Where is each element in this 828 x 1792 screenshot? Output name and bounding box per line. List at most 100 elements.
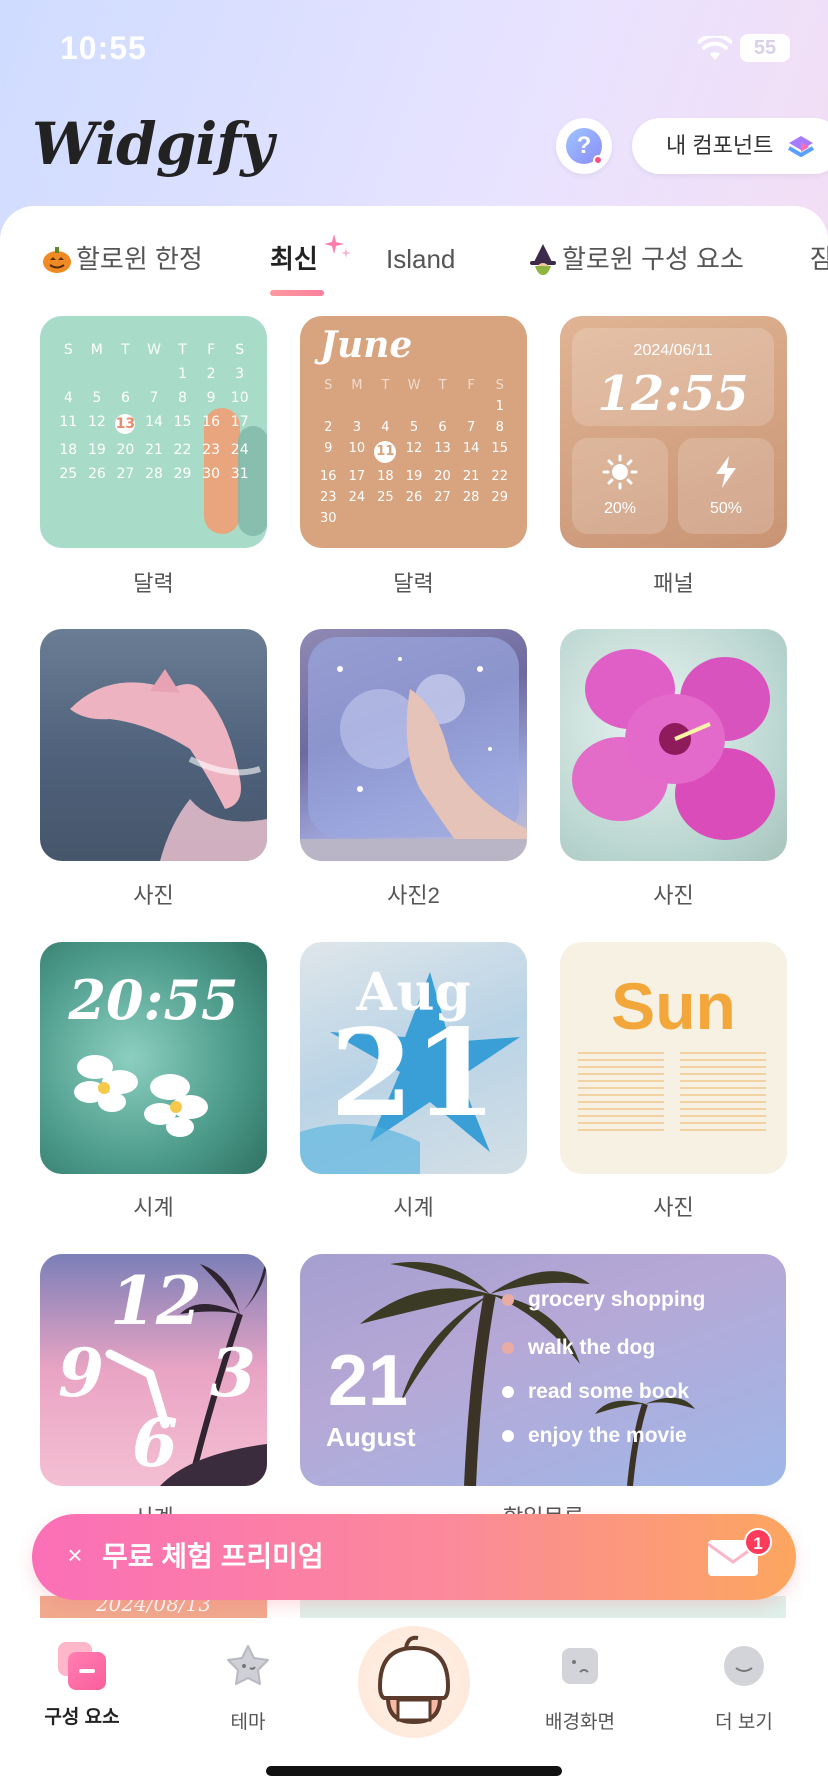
calendar-day: 4 (63, 390, 73, 406)
widget-calendar-mint[interactable]: S M T W T F S 1 2 3 4 5 6 7 8 9 10 11 12 13 14 15 16 17 18 19 20 21… (40, 316, 267, 548)
widget-caption: 시계 (133, 1195, 174, 1220)
tv-illustration (300, 637, 527, 861)
calendar-day: 17 (348, 469, 366, 484)
widget-photo-dolphin[interactable] (40, 629, 267, 861)
my-components-button[interactable]: 내 컴포넌트 (632, 118, 828, 174)
nav-more[interactable]: 더 보기 (684, 1642, 804, 1734)
tab-sleep[interactable]: 잠 (810, 237, 828, 281)
calendar-day: 24 (230, 442, 249, 458)
nav-label: 구성 요소 (44, 1707, 120, 1728)
widget-photo-tv[interactable] (300, 629, 527, 861)
widget-clock-analog[interactable]: 12 3 6 9 (40, 1254, 267, 1486)
todo-item: enjoy the movie (502, 1424, 687, 1448)
widget-calendar-june[interactable]: June S M T W T F S 1 2 3 4 5 6 7 8 9 10 11 12 13 14 15 16 17 18 1… (300, 316, 527, 548)
calendar-day: 17 (230, 414, 249, 430)
calendar-day: 30 (320, 511, 337, 526)
components-icon (58, 1642, 106, 1690)
text-block-decoration (680, 1052, 766, 1132)
help-button[interactable]: ? (556, 118, 612, 174)
tab-label: 할로윈 구성 요소 (562, 244, 744, 274)
tab-latest[interactable]: 최신 (270, 237, 318, 281)
weekday-label: S (324, 378, 333, 393)
weekday-label: F (207, 342, 216, 358)
calendar-day: 5 (409, 420, 419, 435)
calendar-day (111, 366, 140, 382)
weekday-label: T (438, 378, 447, 393)
weekday-label: S (495, 378, 504, 393)
panel-clock-box: 2024/06/11 12:55 (572, 328, 774, 426)
hibiscus-illustration (572, 649, 775, 840)
calendar-day: 9 (206, 390, 216, 406)
widget-caption: 사진2 (387, 883, 440, 908)
calendar-day (83, 366, 112, 382)
witch-icon (530, 244, 556, 276)
widget-photo-hibiscus[interactable] (560, 629, 787, 861)
todo-month: August (326, 1422, 416, 1452)
calendar-day: 30 (202, 466, 221, 482)
battery-box: 50% (678, 438, 774, 534)
calendar-day: 28 (145, 466, 163, 482)
calendar-day: 16 (320, 469, 337, 484)
calendar-day: 15 (491, 441, 508, 456)
calendar-day: 29 (491, 490, 508, 505)
calendar-day: 8 (178, 390, 188, 406)
calendar-day: 19 (87, 442, 106, 458)
clock-number-6: 6 (132, 1404, 178, 1482)
layers-icon (787, 136, 815, 157)
my-components-label: 내 컴포넌트 (666, 133, 774, 158)
tab-halloween-components[interactable]: 할로윈 구성 요소 (526, 237, 744, 281)
close-icon[interactable]: × (60, 1540, 90, 1570)
calendar-day: 25 (59, 466, 78, 482)
widget-panel[interactable]: 2024/06/11 12:55 20% 50% (560, 316, 787, 548)
nav-avatar-button[interactable] (358, 1626, 470, 1738)
clock-number-12: 12 (110, 1262, 202, 1340)
weekday-label: T (121, 342, 130, 358)
calendar-day (457, 399, 486, 414)
calendar-day: 31 (230, 466, 249, 482)
widget-clock-water[interactable]: 20:55 (40, 942, 267, 1174)
calendar-day: 16 (202, 414, 221, 430)
premium-trial-banner[interactable]: × 무료 체험 프리미엄 1 (32, 1514, 796, 1600)
tab-label: 할로윈 한정 (76, 244, 203, 274)
nav-components[interactable]: 구성 요소 (22, 1642, 142, 1729)
weekday-label: T (381, 378, 390, 393)
calendar-day (343, 399, 372, 414)
bullet-icon (502, 1294, 514, 1306)
bullet-icon (502, 1430, 514, 1442)
notification-badge: 1 (744, 1528, 772, 1556)
weekday-label: S (63, 342, 73, 358)
tab-island[interactable]: Island (386, 237, 455, 281)
calendar-day: 11 (371, 441, 400, 463)
weekday-label: S (235, 342, 245, 358)
panel-time: 12:55 (597, 366, 749, 422)
calendar-day: 27 (434, 490, 451, 505)
widget-photo-sun[interactable]: Sun (560, 942, 787, 1174)
calendar-day: 7 (466, 420, 476, 435)
todo-item: grocery shopping (502, 1288, 705, 1312)
calendar-day: 1 (495, 399, 504, 414)
calendar-day: 28 (462, 490, 480, 505)
todo-item-text: enjoy the movie (528, 1424, 687, 1447)
panel-date: 2024/06/11 (633, 342, 713, 359)
bullet-icon (502, 1386, 514, 1398)
calendar-day: 24 (348, 490, 366, 505)
home-indicator (266, 1766, 562, 1776)
app-logo: Widgify (32, 110, 274, 178)
dolphin-illustration (70, 669, 267, 861)
widget-caption: 사진 (133, 883, 174, 908)
brightness-value: 20% (603, 500, 637, 517)
calendar-day: 5 (92, 390, 102, 406)
clock-number-3: 3 (210, 1334, 256, 1412)
widget-todo-list[interactable]: 21 August grocery shopping walk the dog … (300, 1254, 786, 1486)
nav-theme[interactable]: 테마 (188, 1642, 308, 1734)
widget-caption: 달력 (393, 571, 434, 596)
battery-value: 50% (709, 500, 743, 517)
widget-clock-starfish[interactable]: Aug 21 (300, 942, 527, 1174)
calendar-day: 20 (434, 469, 451, 484)
calendar-day: 9 (324, 441, 333, 456)
calendar-day: 3 (235, 366, 245, 382)
nav-wallpaper[interactable]: 배경화면 (520, 1642, 640, 1734)
nav-label: 배경화면 (545, 1712, 615, 1733)
calendar-day: 25 (377, 490, 394, 505)
tab-halloween-limited[interactable]: 할로윈 한정 (40, 237, 203, 281)
